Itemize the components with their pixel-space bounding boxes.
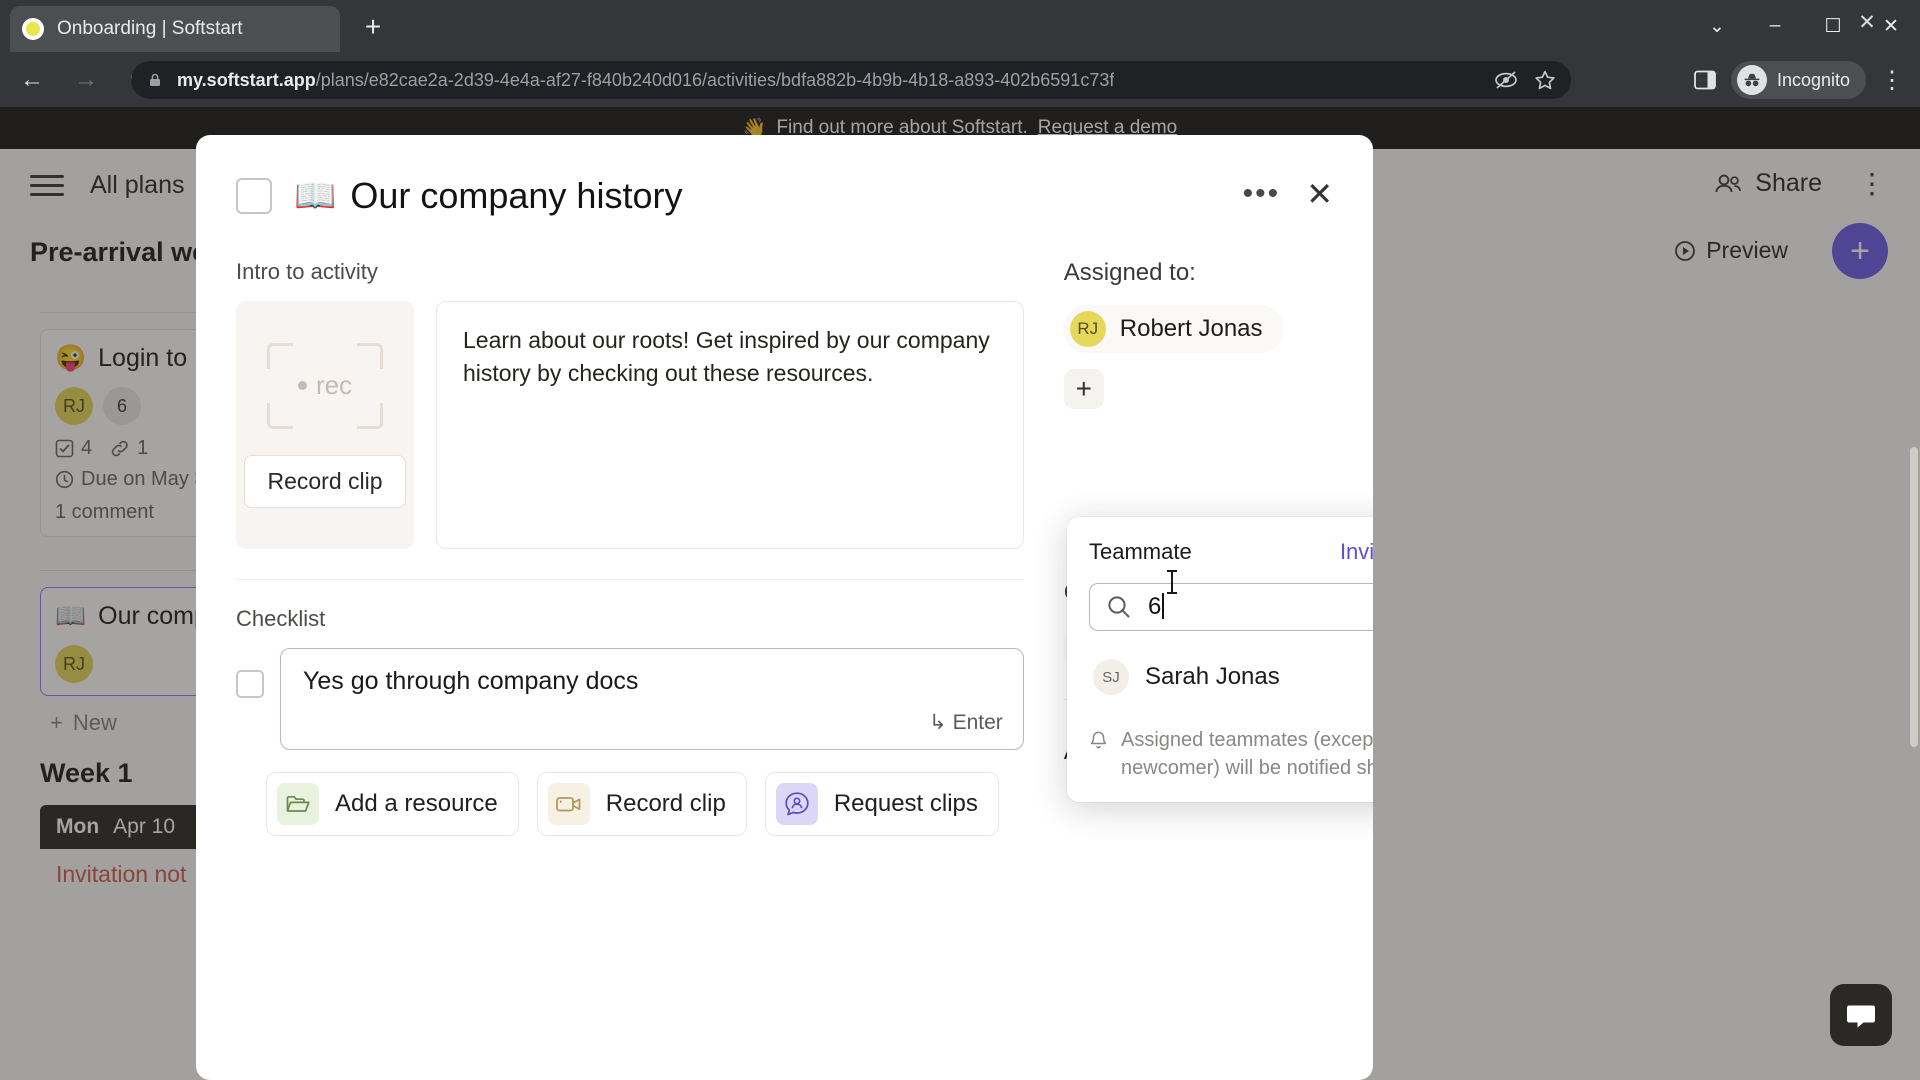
activity-action-buttons: Add a resource Record clip Request clips [266, 772, 1024, 836]
new-tab-button[interactable]: + [355, 10, 391, 46]
incognito-profile-button[interactable]: Incognito [1730, 61, 1866, 99]
url-path: /plans/e82cae2a-2d39-4e4a-af27-f840b240d… [315, 69, 1115, 90]
support-chat-button[interactable] [1830, 984, 1892, 1046]
record-dot-icon [297, 381, 307, 390]
enter-arrow-icon: ↳ [928, 711, 947, 734]
add-assignee-button[interactable]: + [1063, 369, 1104, 409]
record-clip-action-button[interactable]: Record clip [536, 772, 747, 836]
teammate-dropdown: Teammate Invite new 6 SJ Sarah Jonas [1067, 517, 1373, 803]
teammate-search-field[interactable]: 6 [1089, 583, 1373, 631]
assigned-to-label: Assigned to: [1063, 259, 1196, 286]
window-controls: ⌄ – ☐ ✕ [1688, 0, 1920, 52]
checklist-item-checkbox[interactable] [236, 670, 264, 698]
page-scrollbar[interactable] [1908, 267, 1920, 787]
browser-tab[interactable]: Onboarding | Softstart [10, 6, 340, 52]
request-clips-label: Request clips [833, 790, 978, 817]
invite-new-link[interactable]: Invite new [1340, 539, 1373, 565]
browser-toolbar: ← → ⟳ my.softstart.app/plans/e82cae2a-2d… [0, 52, 1920, 107]
browser-menu-icon[interactable]: ⋮ [1872, 61, 1912, 99]
bell-icon [1090, 731, 1107, 749]
add-resource-label: Add a resource [335, 790, 498, 817]
text-caret [1162, 593, 1165, 619]
activity-complete-checkbox[interactable] [236, 178, 272, 214]
request-clips-button[interactable]: Request clips [764, 772, 999, 836]
assignee-chip[interactable]: RJ Robert Jonas [1063, 305, 1283, 353]
divider [236, 579, 1024, 580]
page-title: Our company history [350, 175, 683, 216]
teammate-label: Teammate [1089, 539, 1192, 564]
tab-title: Onboarding | Softstart [57, 18, 243, 39]
toolbar-right: Incognito ⋮ [1685, 61, 1912, 99]
record-clip-action-label: Record clip [605, 790, 726, 817]
incognito-label: Incognito [1776, 69, 1850, 90]
softstart-logo-icon [22, 18, 44, 40]
person-request-icon [775, 783, 818, 825]
back-icon[interactable]: ← [10, 58, 54, 102]
maximize-icon[interactable]: ☐ [1804, 0, 1862, 52]
teammate-option-name: Sarah Jonas [1145, 663, 1280, 690]
minimize-icon[interactable]: – [1746, 0, 1804, 52]
search-icon [1108, 596, 1130, 618]
notification-note: Assigned teammates (except the newcomer)… [1089, 727, 1373, 782]
side-panel-icon[interactable] [1685, 61, 1725, 99]
book-emoji-icon: 📖 [294, 177, 337, 215]
record-clip-button[interactable]: Record clip [244, 454, 406, 508]
bookmark-star-icon[interactable] [1533, 69, 1557, 92]
add-resource-button[interactable]: Add a resource [266, 772, 519, 836]
chat-icon [1847, 1005, 1875, 1028]
address-bar[interactable]: my.softstart.app/plans/e82cae2a-2d39-4e4… [131, 61, 1571, 99]
checklist-section-label: Checklist [236, 606, 326, 631]
intro-section-label: Intro to activity [236, 259, 378, 284]
search-value-text: 6 [1148, 593, 1162, 620]
close-window-icon[interactable]: ✕ [1862, 0, 1920, 52]
browser-tab-strip: Onboarding | Softstart ✕ + ⌄ – ☐ ✕ [0, 0, 1920, 52]
url-host: my.softstart.app [177, 69, 316, 90]
avatar: RJ [1069, 311, 1106, 347]
record-clip-tile[interactable]: rec Record clip [236, 301, 414, 549]
lock-icon [150, 73, 160, 86]
checklist-item-input[interactable]: Yes go through company docs ↳ Enter [280, 648, 1024, 750]
scrollbar-thumb[interactable] [1910, 447, 1918, 747]
enter-label: Enter [952, 710, 1003, 734]
folder-icon [277, 783, 319, 825]
forward-icon: → [74, 65, 98, 93]
activity-detail-modal: 📖 Our company history ••• ✕ Intro to act… [196, 135, 1373, 1080]
modal-more-icon[interactable]: ••• [1243, 177, 1281, 211]
close-icon[interactable]: ✕ [1306, 178, 1333, 210]
modal-main-column: Intro to activity rec Record clip Learn … [236, 259, 1024, 836]
checklist-item-text: Yes go through company docs [303, 667, 639, 695]
assignee-name: Robert Jonas [1119, 315, 1263, 342]
notification-note-text: Assigned teammates (except the newcomer)… [1121, 729, 1373, 779]
search-input-value: 6 [1148, 593, 1165, 621]
chevron-down-icon[interactable]: ⌄ [1688, 0, 1746, 52]
record-frame-icon: rec [267, 342, 383, 429]
video-camera-icon [547, 783, 590, 825]
avatar: SJ [1093, 659, 1129, 695]
app-page: 👋 Find out more about Softstart. Request… [0, 107, 1920, 1080]
hide-tracking-icon[interactable] [1493, 69, 1519, 91]
teammate-option[interactable]: SJ Sarah Jonas [1089, 653, 1373, 701]
enter-hint: ↳ Enter [929, 710, 1003, 735]
activity-description[interactable]: Learn about our roots! Get inspired by o… [436, 301, 1024, 549]
text-cursor-icon [1167, 570, 1177, 594]
rec-label: rec [315, 370, 353, 400]
modal-header: 📖 Our company history ••• ✕ [196, 135, 1373, 217]
incognito-avatar-icon [1736, 65, 1767, 95]
